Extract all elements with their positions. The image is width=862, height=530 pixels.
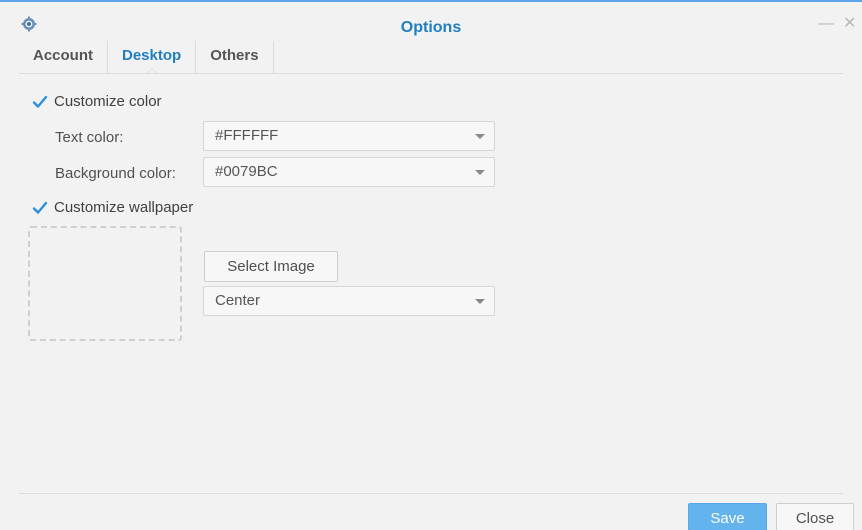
customize-wallpaper-label: Customize wallpaper	[54, 199, 194, 216]
wallpaper-position-select[interactable]: Center	[203, 286, 495, 316]
minimize-icon[interactable]: —	[818, 16, 834, 32]
caret-down-icon	[475, 299, 485, 304]
tab-desktop-label: Desktop	[122, 47, 182, 64]
text-color-select[interactable]: #FFFFFF	[203, 121, 495, 151]
checkmark-icon	[32, 94, 48, 110]
text-color-label: Text color:	[55, 129, 124, 146]
close-icon[interactable]: ✕	[843, 16, 856, 32]
footer-divider	[19, 493, 843, 494]
caret-down-icon	[475, 134, 485, 139]
background-color-select[interactable]: #0079BC	[203, 157, 495, 187]
tab-account[interactable]: Account	[19, 41, 108, 73]
tab-others-label: Others	[210, 47, 259, 64]
customize-color-label: Customize color	[54, 93, 162, 110]
options-window: Options — ✕ Account Desktop Others Custo…	[0, 0, 862, 530]
select-image-button[interactable]: Select Image	[204, 251, 338, 282]
tab-divider	[19, 73, 843, 74]
customize-color-checkbox[interactable]: Customize color	[32, 93, 162, 110]
tab-desktop[interactable]: Desktop	[108, 41, 197, 74]
tab-account-label: Account	[33, 47, 93, 64]
save-button[interactable]: Save	[688, 503, 767, 530]
wallpaper-preview	[28, 226, 182, 341]
close-button[interactable]: Close	[776, 503, 854, 530]
tab-others[interactable]: Others	[196, 41, 274, 73]
title-bar: Options — ✕	[0, 2, 862, 42]
background-color-value: #0079BC	[215, 163, 278, 180]
caret-down-icon	[475, 170, 485, 175]
wallpaper-position-value: Center	[215, 292, 261, 309]
background-color-label: Background color:	[55, 165, 176, 182]
text-color-value: #FFFFFF	[215, 127, 279, 144]
window-title: Options	[400, 19, 462, 36]
checkmark-icon	[32, 200, 48, 216]
tab-bar: Account Desktop Others	[19, 41, 274, 74]
customize-wallpaper-checkbox[interactable]: Customize wallpaper	[32, 199, 193, 216]
